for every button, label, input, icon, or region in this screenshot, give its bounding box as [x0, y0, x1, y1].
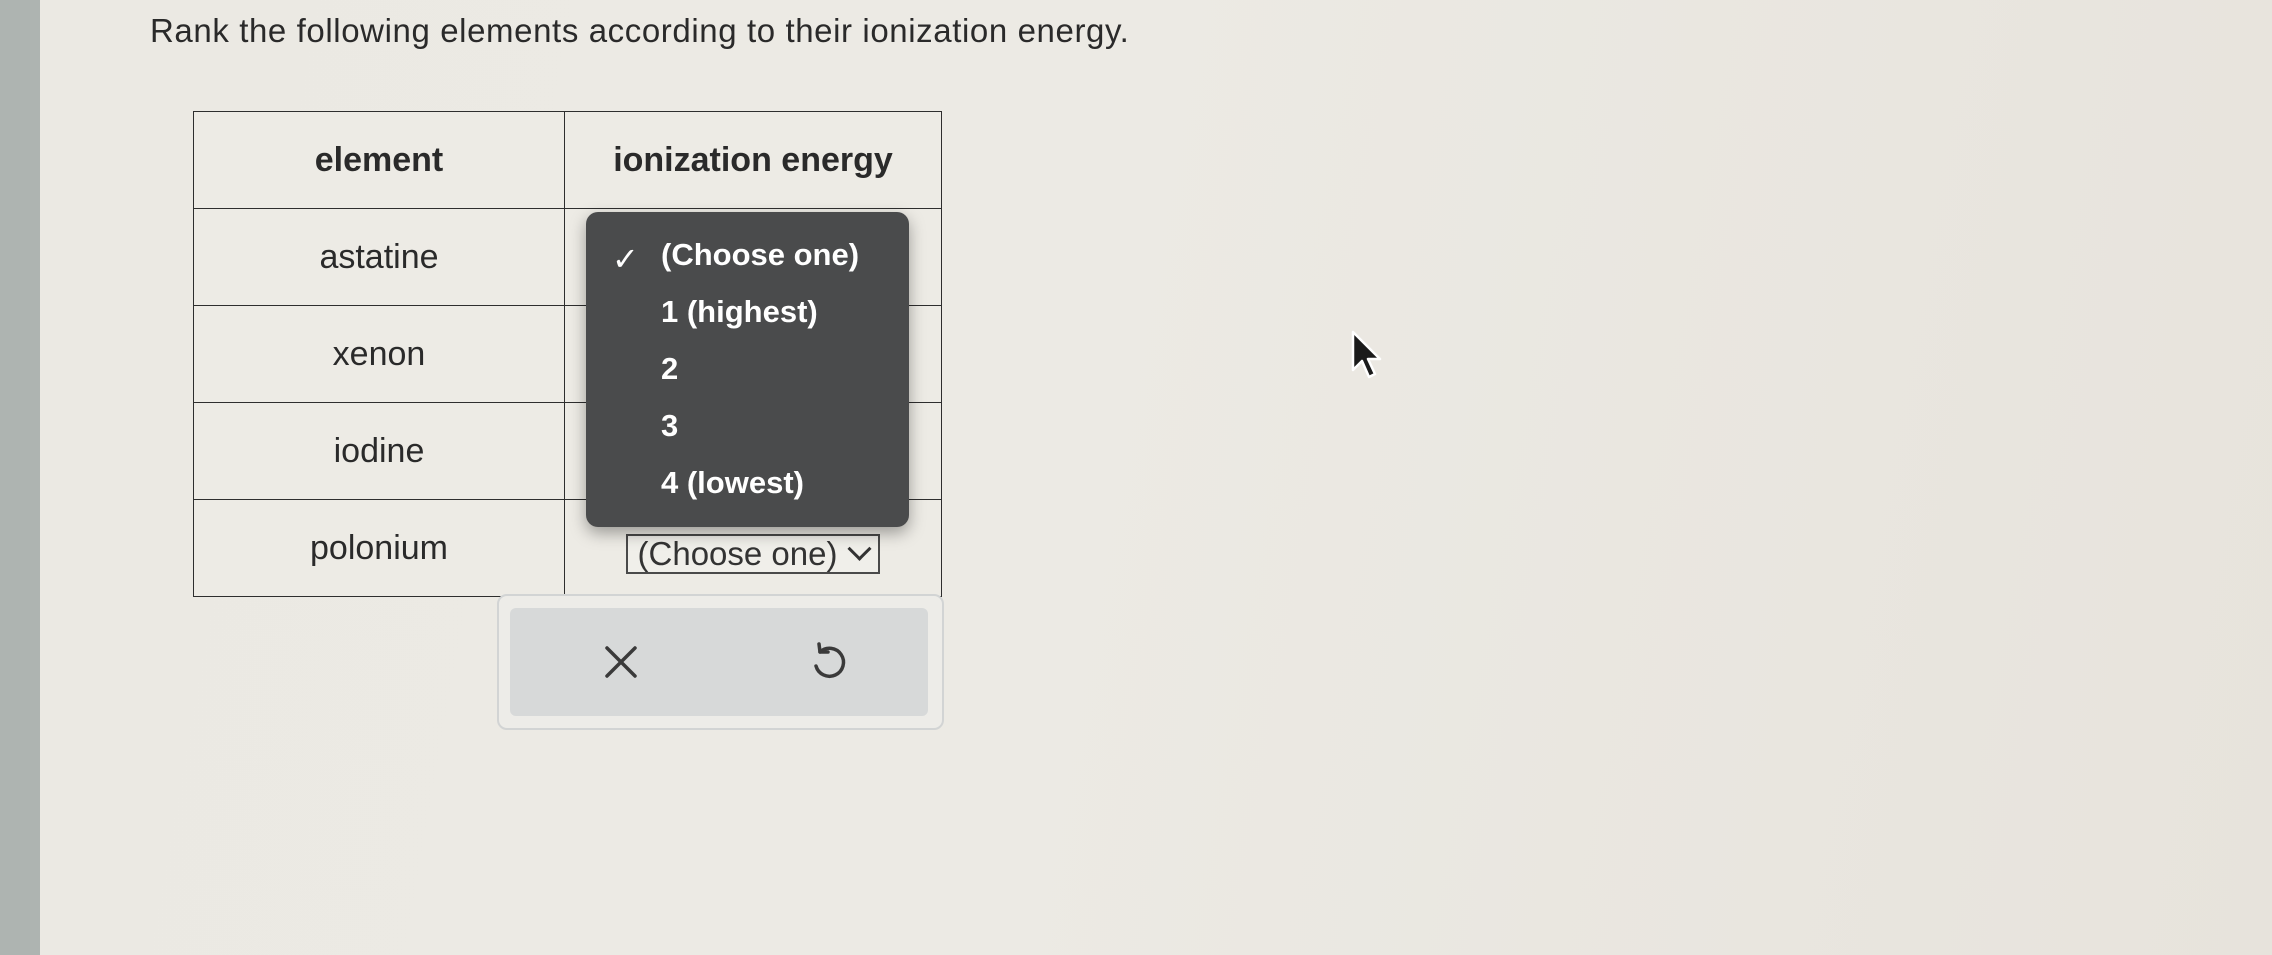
left-edge — [0, 0, 40, 955]
element-cell: xenon — [193, 305, 565, 403]
x-icon — [605, 646, 637, 678]
option-label: 3 — [661, 408, 679, 443]
dropdown-option-1-highest[interactable]: 1 (highest) — [586, 289, 909, 346]
mouse-cursor-icon — [1351, 330, 1382, 379]
select-value: (Choose one) — [637, 535, 838, 572]
action-bar — [510, 608, 928, 716]
dropdown-option-2[interactable]: 2 — [586, 346, 909, 403]
dropdown-option-3[interactable]: 3 — [586, 403, 909, 460]
chevron-down-icon — [847, 536, 872, 561]
undo-button[interactable] — [802, 636, 854, 688]
rank-select-polonium[interactable]: (Choose one) — [625, 534, 881, 574]
dropdown-option-choose-one[interactable]: ✓ (Choose one) — [586, 232, 909, 289]
dropdown-option-4-lowest[interactable]: 4 (lowest) — [586, 460, 909, 517]
option-label: 2 — [661, 351, 679, 386]
action-panel — [497, 594, 944, 730]
undo-icon — [814, 642, 846, 679]
option-label: 1 (highest) — [661, 294, 818, 329]
rank-dropdown-menu: ✓ (Choose one) 1 (highest) 2 3 4 (lowest… — [586, 212, 909, 527]
header-ionization-energy: ionization energy — [564, 111, 942, 209]
checkmark-icon: ✓ — [612, 241, 639, 277]
element-cell: astatine — [193, 208, 565, 306]
option-label: 4 (lowest) — [661, 465, 804, 500]
question-text: Rank the following elements according to… — [150, 12, 1130, 49]
clear-button[interactable] — [595, 636, 647, 688]
option-label: (Choose one) — [661, 237, 860, 272]
element-cell: polonium — [193, 499, 565, 597]
element-cell: iodine — [193, 402, 565, 500]
header-element: element — [193, 111, 565, 209]
